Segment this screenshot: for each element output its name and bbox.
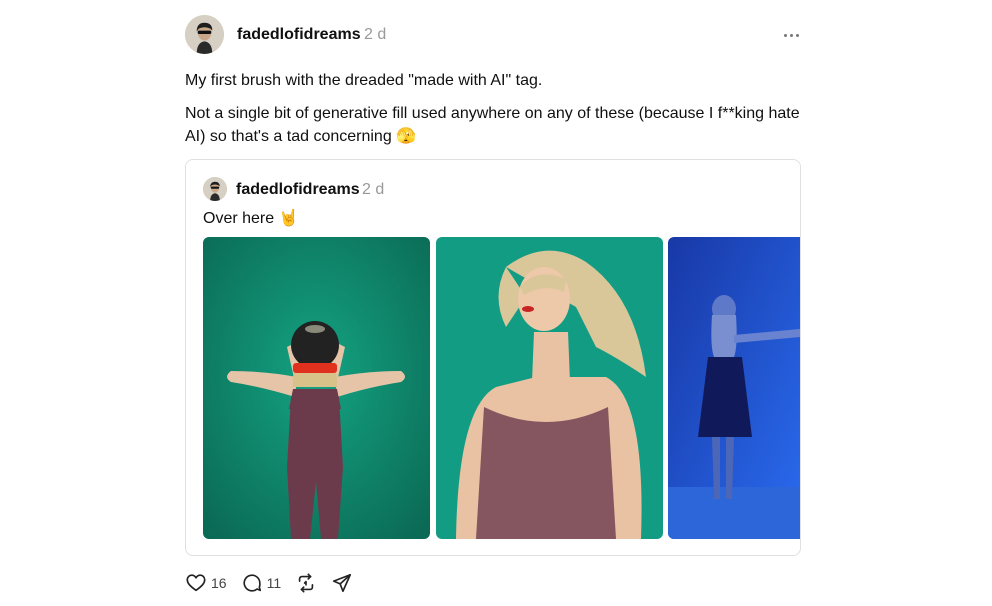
post-text-line-2: Not a single bit of generative fill used… bbox=[185, 105, 800, 145]
avatar[interactable] bbox=[185, 15, 224, 54]
photo-portrait[interactable] bbox=[436, 237, 663, 539]
heart-icon bbox=[186, 574, 206, 592]
repost-icon bbox=[298, 573, 314, 593]
repost-button[interactable] bbox=[295, 572, 317, 594]
quoted-author-username[interactable]: fadedlofidreams bbox=[236, 181, 360, 199]
quoted-post-text: Over here 🤘 bbox=[203, 210, 299, 227]
photo-blue-scene[interactable] bbox=[668, 237, 800, 539]
like-button[interactable]: 16 bbox=[185, 572, 227, 594]
comment-icon bbox=[242, 574, 261, 592]
share-button[interactable] bbox=[331, 572, 353, 594]
reply-button[interactable]: 11 bbox=[241, 572, 282, 594]
photo-helmet[interactable] bbox=[203, 237, 430, 539]
reply-count: 11 bbox=[266, 575, 282, 591]
threads-post: fadedlofidreams 2 d My first brush with … bbox=[0, 0, 992, 606]
post-timestamp[interactable]: 2 d bbox=[364, 26, 386, 44]
author-username[interactable]: fadedlofidreams bbox=[237, 26, 361, 44]
quoted-post-timestamp[interactable]: 2 d bbox=[362, 181, 384, 199]
quoted-avatar[interactable] bbox=[203, 177, 227, 201]
more-options-icon[interactable] bbox=[780, 24, 802, 46]
send-icon bbox=[333, 573, 352, 593]
post-text-line-1: My first brush with the dreaded "made wi… bbox=[185, 72, 543, 89]
like-count: 16 bbox=[211, 575, 227, 591]
action-bar: 16 11 bbox=[185, 571, 367, 595]
